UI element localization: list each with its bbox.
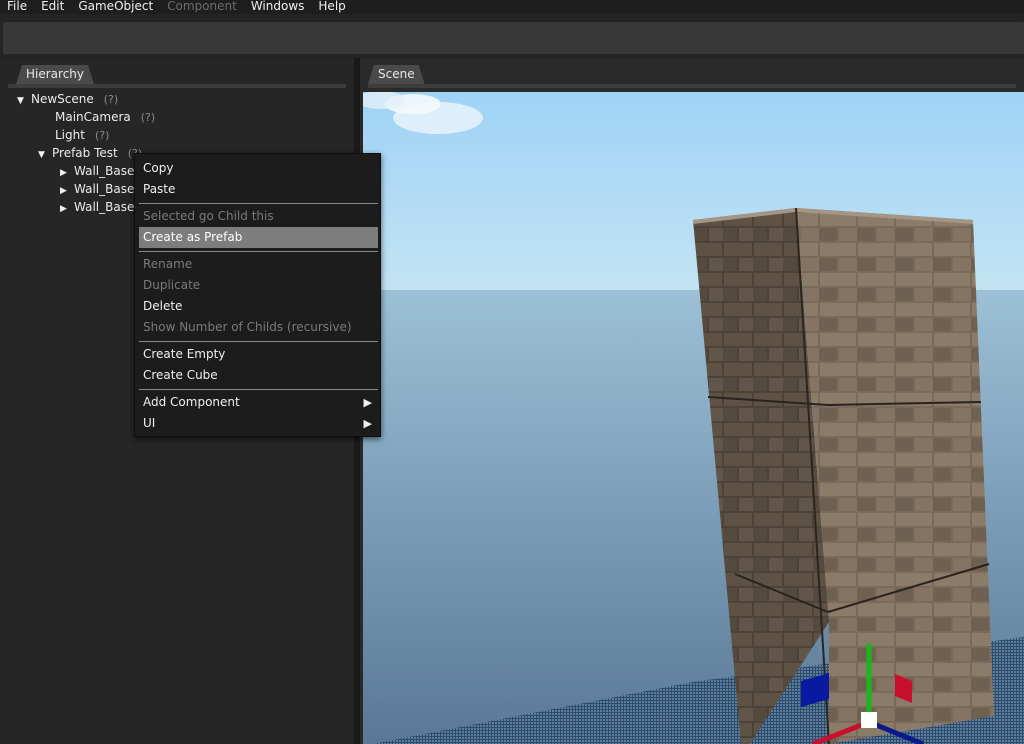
gizmo-center	[861, 712, 877, 728]
tab-scene[interactable]: Scene	[368, 65, 425, 84]
tree-item-wall-base[interactable]: ▶ Wall_Base	[60, 162, 134, 180]
menu-item-label: UI	[143, 416, 156, 430]
menu-file[interactable]: File	[0, 0, 34, 13]
expand-arrow-icon[interactable]: ▼	[17, 92, 31, 110]
menu-item-duplicate: Duplicate	[143, 278, 201, 292]
menu-item-ui[interactable]: UI ▶	[139, 413, 378, 434]
menu-item-copy[interactable]: Copy	[139, 158, 378, 179]
help-marker[interactable]: (?)	[104, 93, 118, 106]
submenu-arrow-icon: ▶	[363, 417, 372, 430]
menu-item-create-cube[interactable]: Create Cube	[139, 365, 378, 386]
tree-item-label: Light	[55, 128, 85, 142]
tab-strip	[8, 84, 346, 88]
toolbar-area	[0, 14, 1024, 58]
scene-panel: Scene	[360, 58, 1024, 744]
menu-item-paste[interactable]: Paste	[139, 179, 378, 200]
tree-item-light[interactable]: Light (?)	[55, 126, 109, 144]
help-marker[interactable]: (?)	[95, 129, 109, 142]
menu-edit[interactable]: Edit	[34, 0, 71, 13]
menu-separator	[139, 251, 378, 252]
menu-item-rename: Rename	[143, 257, 193, 271]
expand-arrow-icon[interactable]: ▼	[38, 146, 52, 164]
tree-item-label: Wall_Base	[74, 200, 135, 214]
menu-gameobject[interactable]: GameObject	[71, 0, 160, 13]
tree-item-newscene[interactable]: ▼ NewScene (?)	[17, 90, 118, 108]
menu-windows[interactable]: Windows	[244, 0, 312, 13]
help-marker[interactable]: (?)	[141, 111, 155, 124]
tree-item-label: MainCamera	[55, 110, 131, 124]
tree-item-wall-base[interactable]: ▶ Wall_Base	[60, 180, 134, 198]
menu-separator	[139, 341, 378, 342]
tree-item-label: Wall_Base	[74, 164, 135, 178]
menu-help[interactable]: Help	[311, 0, 352, 13]
menu-component: Component	[167, 0, 237, 13]
menu-item-add-component[interactable]: Add Component ▶	[139, 392, 378, 413]
toolbar	[3, 22, 1024, 54]
tree-item-prefab-test[interactable]: ▼Prefab Test(?)	[38, 144, 142, 162]
tree-item-wall-base[interactable]: ▶ Wall_Base	[60, 198, 134, 216]
tree-item-maincamera[interactable]: MainCamera (?)	[55, 108, 155, 126]
scene-viewport[interactable]	[363, 92, 1024, 744]
menu-item-label: Add Component	[143, 395, 240, 409]
context-menu: Copy Paste Selected go Child this Create…	[134, 153, 381, 437]
tree-item-label: Wall_Base	[74, 182, 135, 196]
tree-item-label: Prefab Test	[52, 146, 118, 160]
menu-item-create-empty[interactable]: Create Empty	[139, 344, 378, 365]
menu-separator	[139, 389, 378, 390]
expand-arrow-icon[interactable]: ▶	[60, 200, 74, 218]
tab-strip	[368, 84, 1016, 88]
tree-item-label: NewScene	[31, 92, 94, 106]
menu-item-delete[interactable]: Delete	[139, 296, 378, 317]
menu-bar: File Edit GameObject Component Windows H…	[0, 0, 1024, 14]
scene-render	[363, 92, 1024, 744]
menu-item-show-childs: Show Number of Childs (recursive)	[143, 320, 352, 334]
submenu-arrow-icon: ▶	[363, 396, 372, 409]
tab-hierarchy[interactable]: Hierarchy	[16, 65, 94, 84]
menu-item-create-as-prefab[interactable]: Create as Prefab	[139, 227, 378, 248]
menu-separator	[139, 203, 378, 204]
menu-item-selected-go-child: Selected go Child this	[143, 209, 274, 223]
